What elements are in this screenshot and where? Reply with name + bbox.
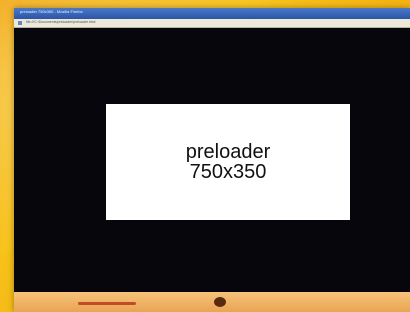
emblem-icon — [214, 297, 226, 307]
window-titlebar[interactable]: preloader 750x350 - Mozilla Firefox — [14, 8, 410, 19]
footer-accent-bar — [78, 302, 136, 305]
window-title: preloader 750x350 - Mozilla Firefox — [20, 9, 83, 14]
browser-window: preloader 750x350 - Mozilla Firefox file… — [14, 8, 410, 312]
page-viewport: preloader 750x350 — [14, 28, 410, 292]
preloader-dimensions: 750x350 — [189, 161, 267, 183]
address-url[interactable]: file:///C:/Documents/preloader/preloader… — [26, 20, 95, 24]
page-icon — [18, 21, 22, 25]
address-bar[interactable]: file:///C:/Documents/preloader/preloader… — [14, 19, 410, 28]
preloader-placeholder: preloader 750x350 — [106, 104, 350, 220]
page-footer-strip — [14, 292, 410, 312]
preloader-label: preloader — [185, 141, 271, 163]
